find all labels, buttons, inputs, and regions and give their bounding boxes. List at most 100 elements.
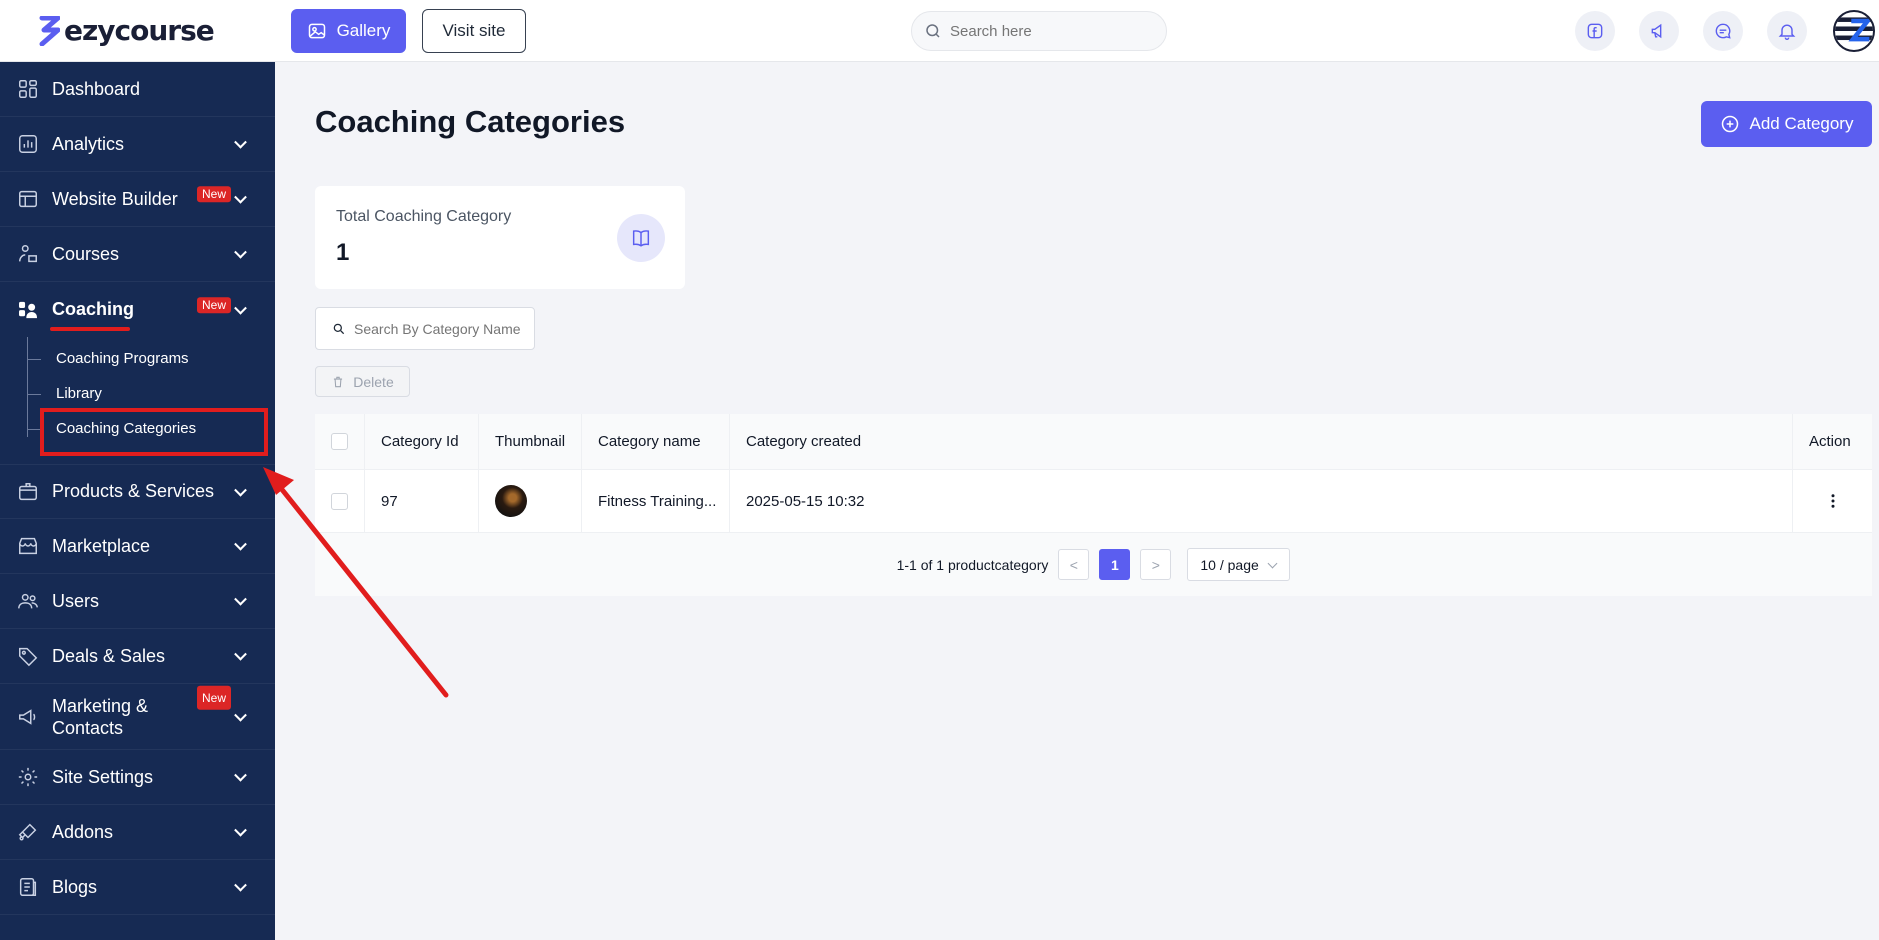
megaphone-icon[interactable] <box>1639 11 1679 51</box>
sidebar-item-products-services[interactable]: Products & Services <box>0 464 275 519</box>
visit-site-label: Visit site <box>442 21 506 40</box>
sidebar-item-addons[interactable]: Addons <box>0 805 275 860</box>
global-search[interactable] <box>911 11 1167 51</box>
new-badge: New <box>196 186 231 203</box>
submenu-item-library[interactable]: Library <box>0 376 275 411</box>
gallery-label: Gallery <box>336 21 391 40</box>
column-header: Action <box>1809 433 1851 450</box>
coaching-icon <box>16 298 40 322</box>
courses-icon <box>16 242 40 266</box>
table-row[interactable]: 97 Fitness Training... 2025-05-15 10:32 <box>315 470 1872 533</box>
gallery-button[interactable]: Gallery <box>291 9 406 53</box>
chevron-down-icon <box>234 878 247 892</box>
sidebar-item-label: Blogs <box>52 876 98 897</box>
next-page-button[interactable]: > <box>1140 549 1172 580</box>
avatar-logo-icon <box>1835 17 1873 42</box>
gallery-icon <box>308 23 325 39</box>
sidebar-item-courses[interactable]: Courses <box>0 227 275 282</box>
active-underline-annotation <box>50 327 130 331</box>
sidebar-item-analytics[interactable]: Analytics <box>0 117 275 172</box>
chevron-down-icon <box>234 768 247 782</box>
sidebar-item-label: Marketing & Contacts <box>52 695 149 738</box>
book-icon <box>617 214 665 262</box>
marketplace-icon <box>16 534 40 558</box>
chevron-down-icon <box>234 708 247 722</box>
select-all-checkbox[interactable] <box>331 433 348 450</box>
gear-icon <box>16 765 40 789</box>
products-icon <box>16 480 40 504</box>
sidebar-nav: Dashboard Analytics Website Builder New … <box>0 62 275 915</box>
logo[interactable]: ezycourse <box>0 0 275 62</box>
column-header[interactable]: Category Id <box>365 414 479 469</box>
new-badge: New <box>196 296 231 313</box>
category-id-cell: 97 <box>365 470 479 532</box>
category-search-input[interactable] <box>354 320 534 337</box>
submenu-item-label: Library <box>56 385 102 402</box>
chevron-down-icon <box>234 190 247 204</box>
more-actions-icon[interactable] <box>1809 492 1872 510</box>
chevron-down-icon <box>234 245 247 259</box>
sidebar-item-label: Courses <box>52 243 120 264</box>
pagination: 1-1 of 1 productcategory < 1 > 10 / page <box>315 533 1872 596</box>
search-icon <box>926 24 940 38</box>
chevron-down-icon <box>234 135 247 149</box>
category-search[interactable] <box>315 307 535 350</box>
chat-icon[interactable] <box>1703 11 1743 51</box>
sidebar-item-site-settings[interactable]: Site Settings <box>0 750 275 805</box>
sidebar-item-marketplace[interactable]: Marketplace <box>0 519 275 574</box>
chevron-down-icon <box>234 647 247 661</box>
page-1-button[interactable]: 1 <box>1099 549 1131 580</box>
sidebar-item-label: Users <box>52 590 100 611</box>
sidebar-item-label: Analytics <box>52 133 125 154</box>
global-search-input[interactable] <box>950 22 1150 40</box>
dashboard-icon <box>16 77 40 101</box>
chevron-down-icon <box>234 301 247 315</box>
delete-label: Delete <box>353 373 394 390</box>
chevron-down-icon <box>234 592 247 606</box>
category-table: Category Id Thumbnail Category name Cate… <box>315 414 1872 596</box>
sidebar-item-dashboard[interactable]: Dashboard <box>0 62 275 117</box>
new-badge: New <box>196 685 231 710</box>
facebook-icon[interactable] <box>1575 11 1615 51</box>
website-builder-icon <box>16 187 40 211</box>
sidebar-item-marketing-contacts[interactable]: Marketing & Contacts New <box>0 684 275 750</box>
category-created-cell: 2025-05-15 10:32 <box>730 470 1793 532</box>
sidebar-item-coaching[interactable]: Coaching New <box>0 282 275 337</box>
sidebar-item-deals-sales[interactable]: Deals & Sales <box>0 629 275 684</box>
sidebar: ezycourse Dashboard Analytics Website Bu… <box>0 0 275 940</box>
users-icon <box>16 589 40 613</box>
sidebar-item-label: Marketplace <box>52 535 151 556</box>
column-header[interactable]: Category created <box>730 414 1793 469</box>
trash-icon <box>334 376 343 387</box>
chevron-down-icon <box>234 483 247 497</box>
page-title: Coaching Categories <box>315 104 626 139</box>
highlight-box-annotation <box>40 408 268 456</box>
category-name-cell: Fitness Training... <box>582 470 730 532</box>
sidebar-item-blogs[interactable]: Blogs <box>0 860 275 915</box>
chevron-down-icon <box>234 823 247 837</box>
sidebar-item-label: Deals & Sales <box>52 645 166 666</box>
page-size-select[interactable]: 10 / page <box>1187 548 1291 581</box>
avatar[interactable] <box>1833 10 1875 52</box>
visit-site-button[interactable]: Visit site <box>422 9 526 53</box>
pagination-summary: 1-1 of 1 productcategory <box>896 556 1049 573</box>
topbar: Gallery Visit site <box>275 0 1879 62</box>
coaching-submenu: Coaching Programs Library Coaching Categ… <box>0 337 275 464</box>
submenu-item-coaching-programs[interactable]: Coaching Programs <box>0 341 275 376</box>
prev-page-button[interactable]: < <box>1058 549 1090 580</box>
row-checkbox[interactable] <box>331 492 348 510</box>
search-icon <box>333 323 345 334</box>
column-header[interactable]: Category name <box>582 414 730 469</box>
add-category-button[interactable]: Add Category <box>1701 101 1872 147</box>
document-icon <box>16 875 40 899</box>
sidebar-item-label: Addons <box>52 821 114 842</box>
delete-button[interactable]: Delete <box>315 366 410 397</box>
bell-icon[interactable] <box>1767 11 1807 51</box>
chevron-down-icon <box>1267 558 1278 569</box>
stat-card: Total Coaching Category 1 <box>315 186 685 289</box>
sidebar-item-label: Dashboard <box>52 78 141 99</box>
category-thumbnail <box>495 485 527 517</box>
sidebar-item-users[interactable]: Users <box>0 574 275 629</box>
table-header: Category Id Thumbnail Category name Cate… <box>315 414 1872 470</box>
sidebar-item-website-builder[interactable]: Website Builder New <box>0 172 275 227</box>
